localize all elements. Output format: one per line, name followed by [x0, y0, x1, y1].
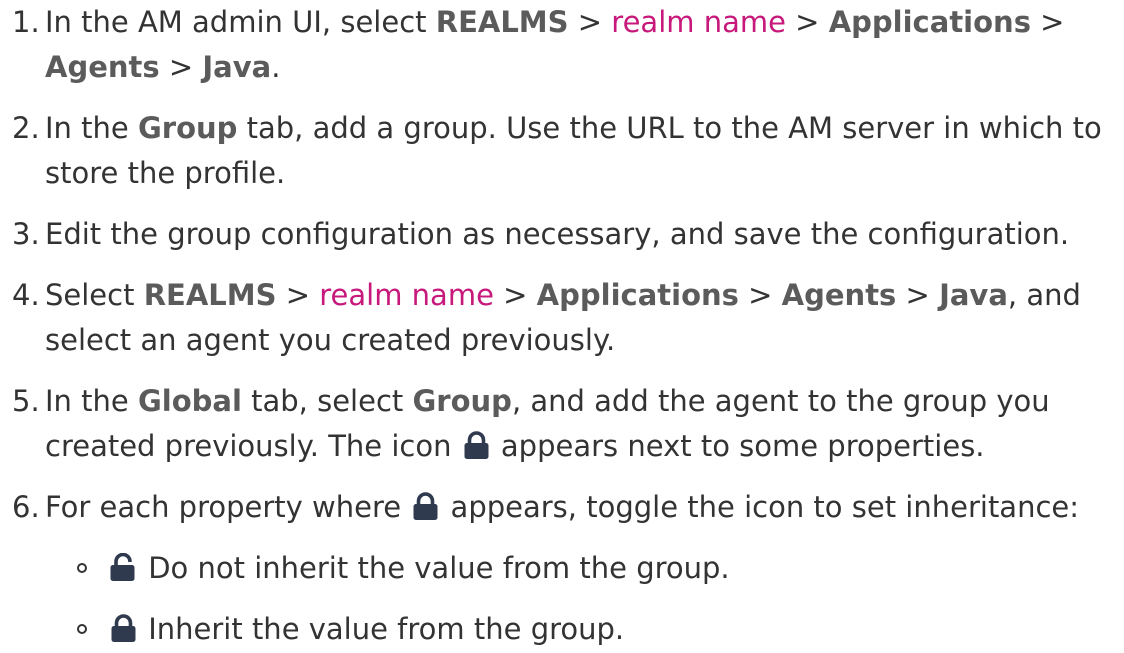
step-item: 4. Select REALMS > realm name > Applicati…: [0, 273, 1124, 363]
step-text-segment: tab, select: [241, 384, 413, 418]
step-text-segment: >: [785, 5, 829, 39]
bullet-icon: [77, 563, 87, 573]
list-item: Inherit the value from the group.: [45, 607, 1124, 652]
step-text: In the Group tab, add a group. Use the U…: [45, 111, 1102, 190]
step-text-segment: .: [271, 50, 281, 84]
lock-icon: [412, 492, 439, 521]
ui-label: Java: [202, 50, 272, 84]
step-text: Edit the group configuration as necessar…: [45, 217, 1069, 251]
step-number: 4.: [12, 278, 40, 312]
step-number: 1.: [12, 5, 40, 39]
step-text-segment: In the: [45, 384, 138, 418]
ui-label: Group: [137, 111, 238, 145]
variable-text: realm name: [319, 278, 494, 312]
step-item: 1. In the AM admin UI, select REALMS > re…: [0, 0, 1124, 90]
step-number: 5.: [12, 384, 40, 418]
lock-icon: [463, 431, 490, 460]
ui-label: REALMS: [435, 5, 569, 39]
list-item: Do not inherit the value from the group.: [45, 546, 1124, 591]
step-text-segment: >: [896, 278, 940, 312]
step-item: 2. In the Group tab, add a group. Use the…: [0, 106, 1124, 196]
step-text: Select REALMS > realm name > Application…: [45, 278, 1081, 357]
step-text: In the AM admin UI, select REALMS > real…: [45, 5, 1065, 84]
procedure-steps: 1. In the AM admin UI, select REALMS > re…: [0, 0, 1124, 652]
ui-label: Group: [412, 384, 512, 418]
option-text: Inherit the value from the group.: [139, 612, 625, 646]
ui-label: Agents: [781, 278, 897, 312]
step-item: 3. Edit the group configuration as necess…: [0, 212, 1124, 257]
ui-label: Applications: [828, 5, 1031, 39]
step-text-segment: >: [568, 5, 612, 39]
step-text-segment: For each property where: [45, 490, 411, 524]
step-text-segment: >: [159, 50, 203, 84]
unlock-icon: [110, 553, 137, 582]
step-text: For each property where appears, toggle …: [45, 490, 1079, 524]
inheritance-options: Do not inherit the value from the group.…: [45, 546, 1124, 652]
ui-label: Applications: [536, 278, 739, 312]
step-text-segment: Edit the group configuration as necessar…: [45, 217, 1070, 251]
bullet-icon: [77, 624, 87, 634]
step-item: 6. For each property where appears, toggl…: [0, 485, 1124, 652]
step-number: 2.: [12, 111, 40, 145]
step-text-segment: Select: [45, 278, 144, 312]
step-item: 5. In the Global tab, select Group, and a…: [0, 379, 1124, 469]
step-text-segment: In the AM admin UI, select: [45, 5, 436, 39]
step-number: 6.: [12, 490, 40, 524]
step-number: 3.: [12, 217, 40, 251]
step-text-segment: In the: [45, 111, 138, 145]
ui-label: REALMS: [143, 278, 277, 312]
step-text-segment: appears, toggle the icon to set inherita…: [441, 490, 1080, 524]
variable-text: realm name: [611, 5, 786, 39]
step-text-segment: appears next to some properties.: [491, 429, 985, 463]
ui-label: Agents: [45, 50, 160, 84]
step-text: In the Global tab, select Group, and add…: [45, 384, 1050, 463]
option-text: Do not inherit the value from the group.: [139, 551, 730, 585]
ui-label: Java: [939, 278, 1008, 312]
step-text-segment: >: [493, 278, 537, 312]
step-text-segment: >: [276, 278, 320, 312]
ui-label: Global: [137, 384, 242, 418]
step-text-segment: >: [738, 278, 782, 312]
step-text-segment: >: [1030, 5, 1065, 39]
lock-icon: [110, 614, 137, 643]
